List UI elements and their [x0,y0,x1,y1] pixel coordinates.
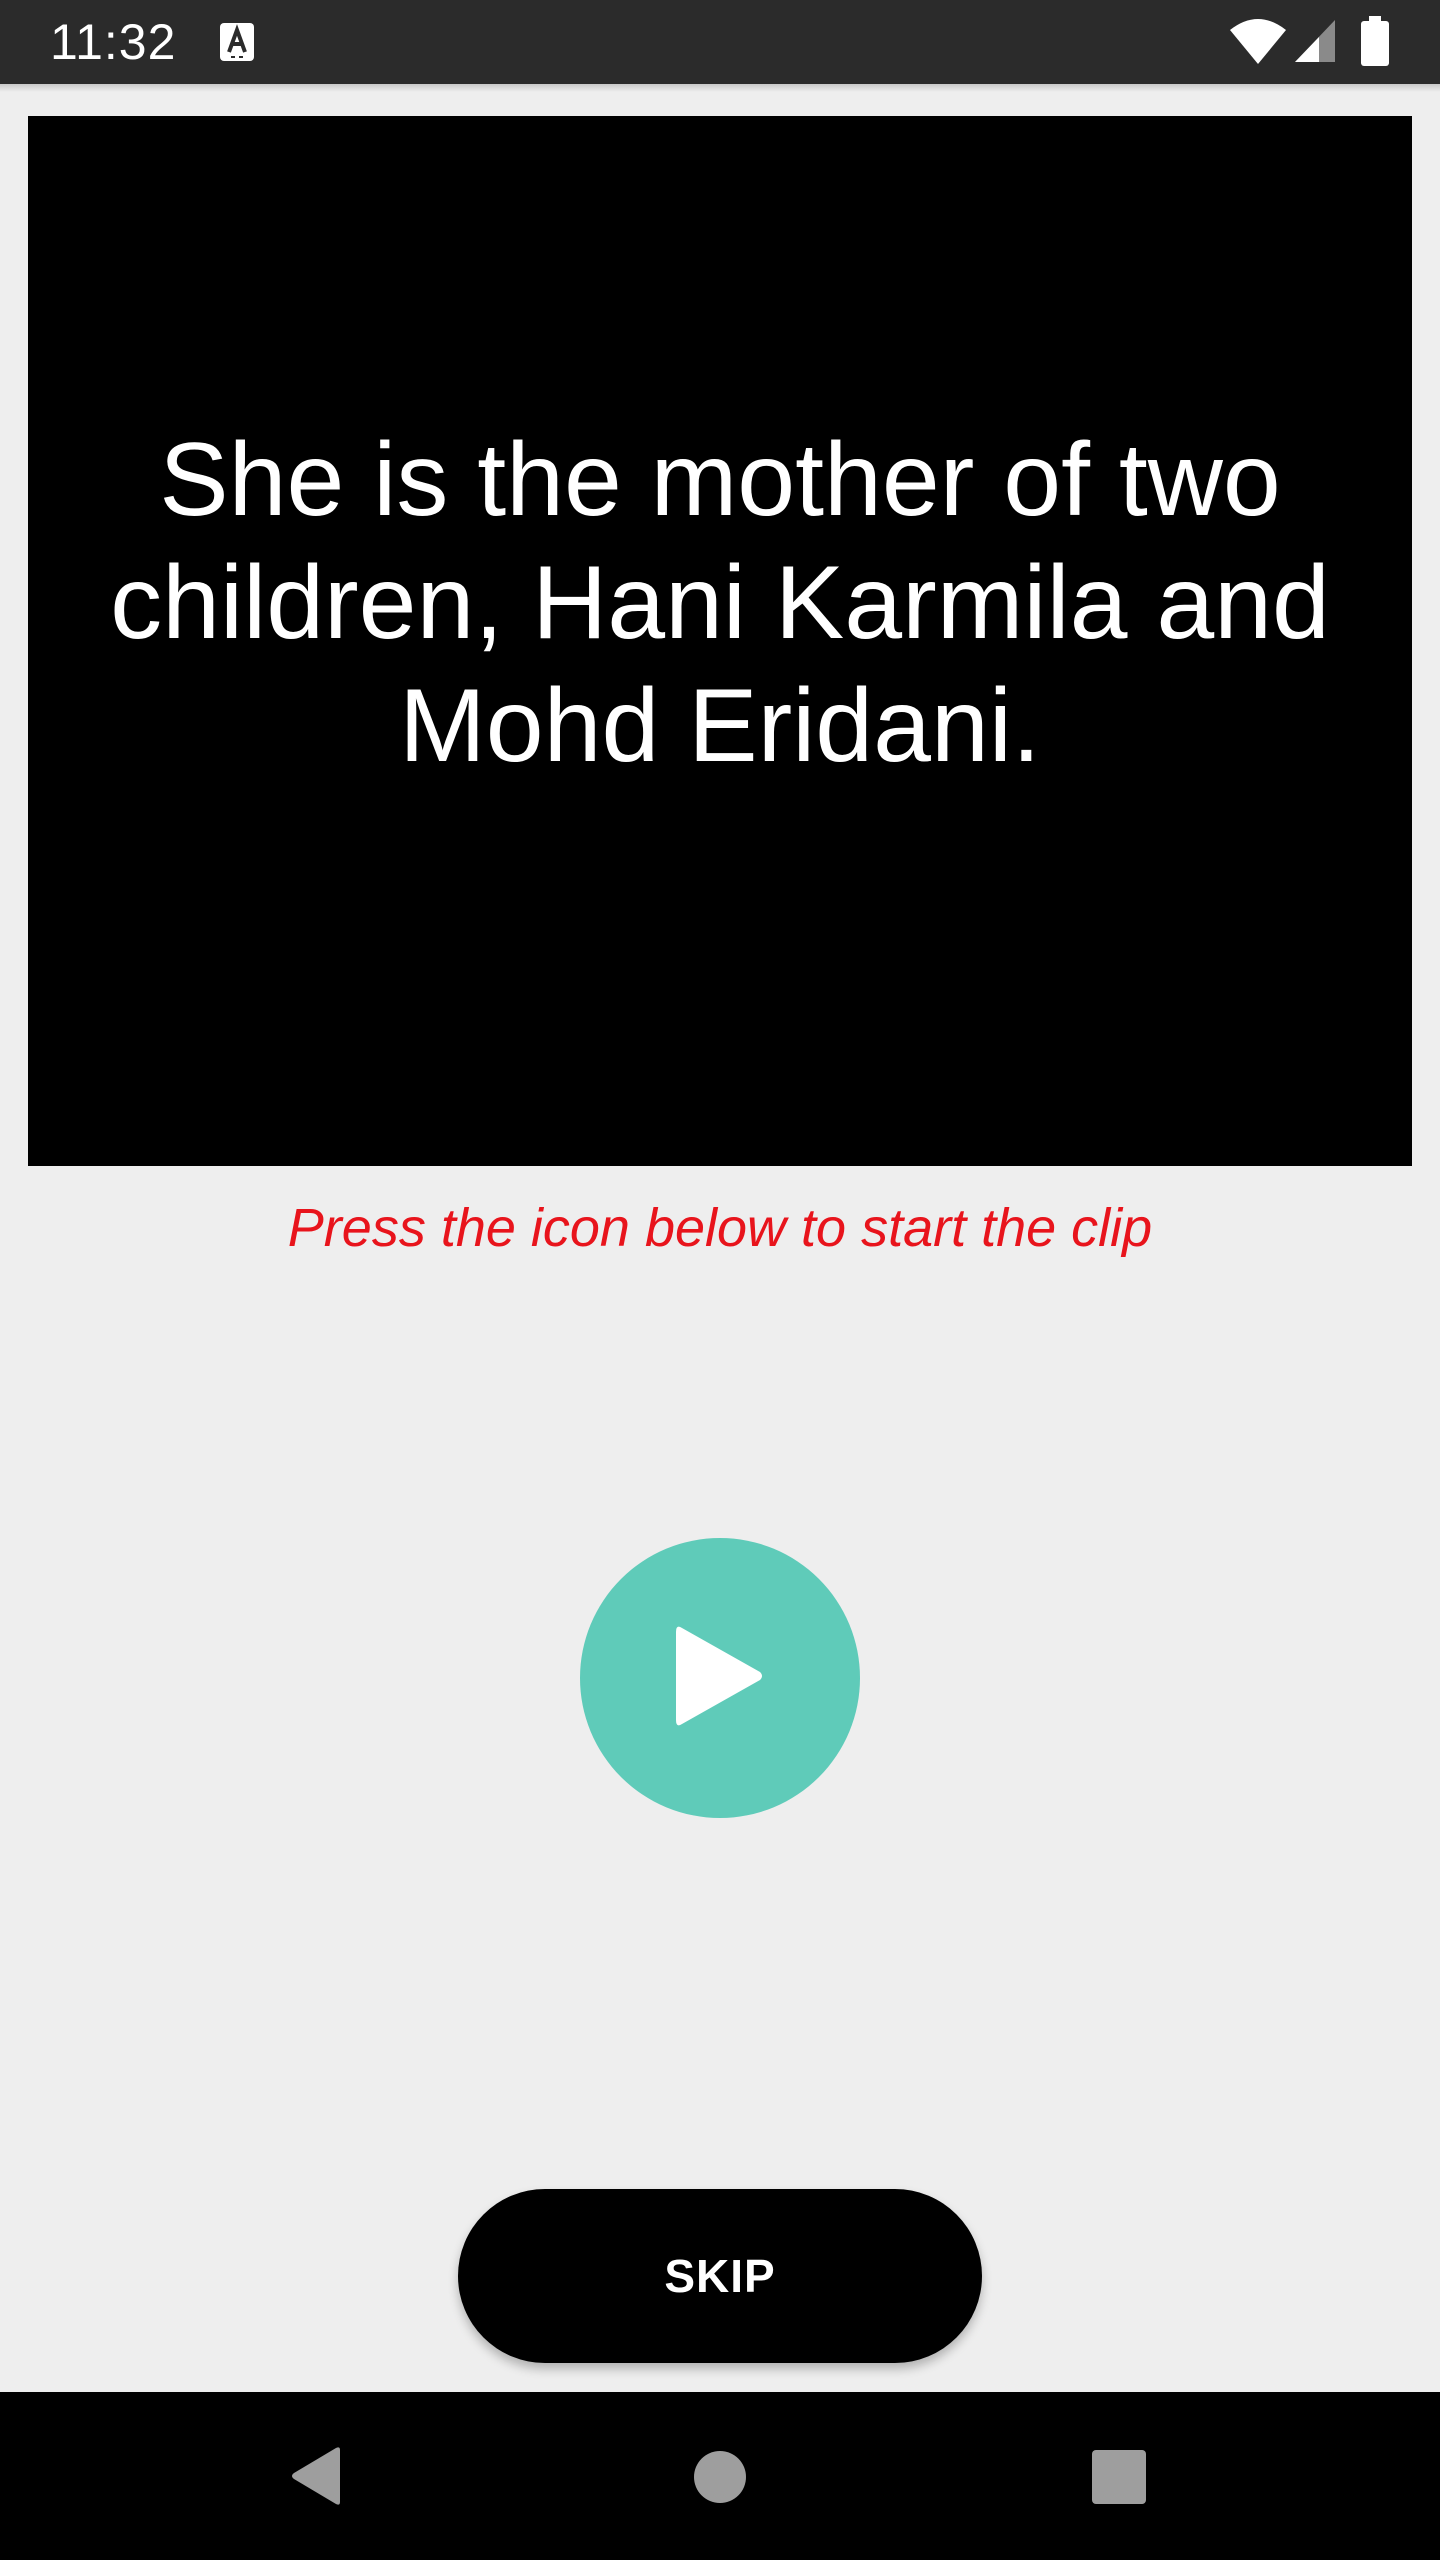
sentence-text: She is the mother of two children, Hani … [110,421,1330,784]
wifi-icon [1230,19,1286,64]
status-bar-shadow [0,84,1440,92]
back-icon[interactable] [288,2446,344,2506]
play-icon [676,1626,762,1726]
status-bar: 11:32 [0,0,1440,84]
battery-icon [1361,16,1389,66]
text-a-icon [220,23,254,61]
home-icon[interactable] [694,2451,746,2503]
signal-icon [1295,20,1335,62]
recents-icon[interactable] [1092,2450,1146,2504]
video-panel: She is the mother of two children, Hani … [28,116,1412,1166]
instruction-text: Press the icon below to start the clip [287,1198,1153,1258]
status-time: 11:32 [50,14,177,70]
skip-button[interactable]: SKIP [458,2189,982,2363]
